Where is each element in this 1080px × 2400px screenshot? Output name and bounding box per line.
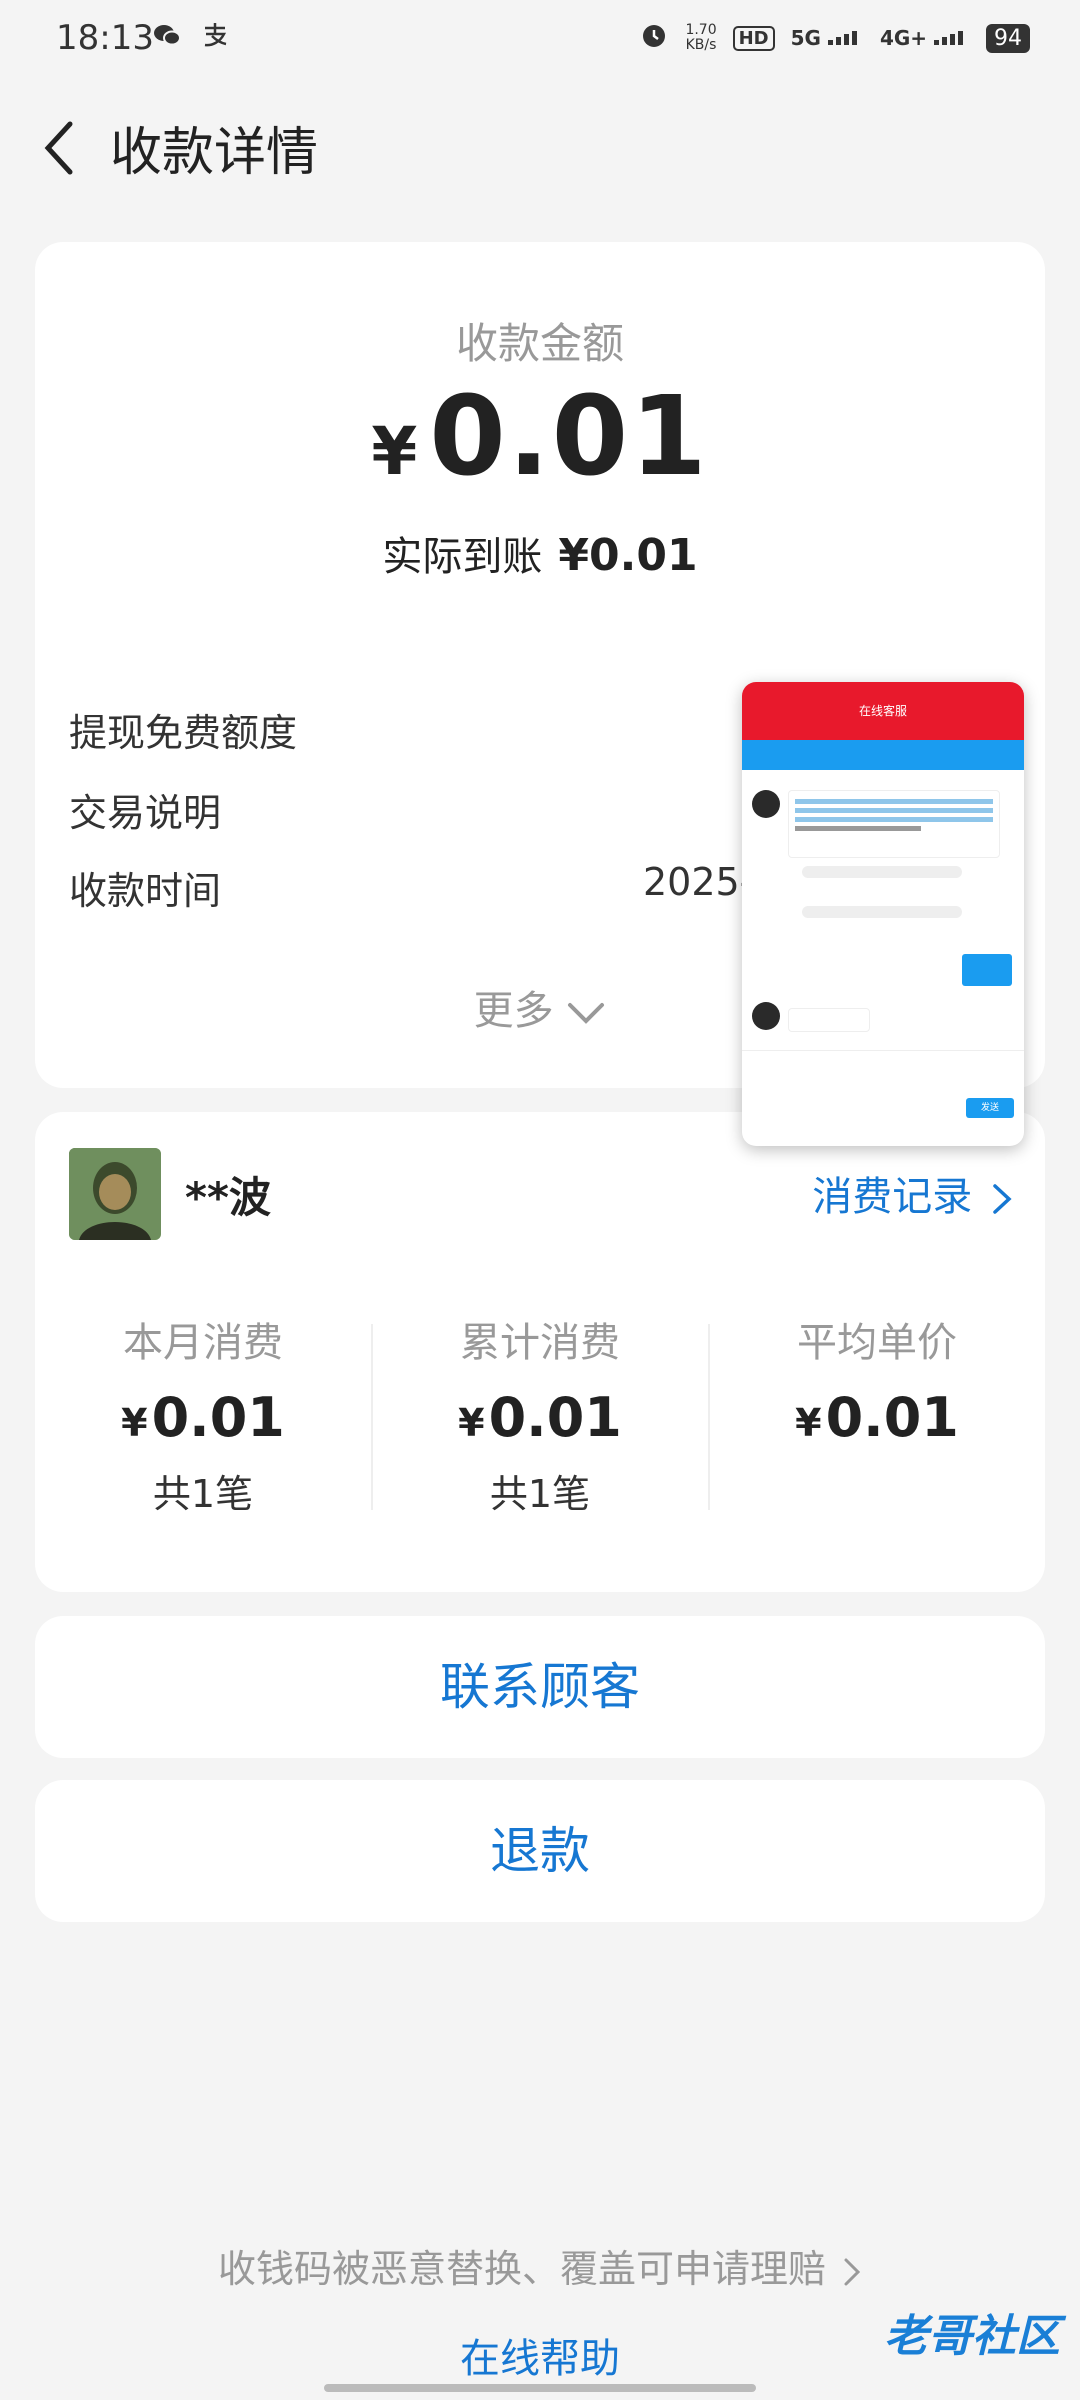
payment-time-value: 2025- [643, 860, 754, 904]
stat-label: 累计消费 [460, 1320, 620, 1366]
overlay-header: 在线客服 [742, 682, 1024, 740]
customer-name: **波 [185, 1173, 271, 1222]
stat-currency: ¥ [458, 1401, 485, 1445]
stat-currency: ¥ [121, 1401, 148, 1445]
customer-avatar [69, 1148, 161, 1240]
overlay-system-message [802, 906, 962, 918]
actual-value: ¥0.01 [558, 530, 698, 581]
amount-number: 0.01 [429, 372, 709, 500]
avatar-portrait-icon [69, 1148, 161, 1240]
network-4g-label: 4G+ [879, 26, 928, 50]
overlay-avatar [752, 1002, 780, 1030]
chevron-right-icon [993, 1184, 1012, 1214]
signal-5g: 5G [791, 26, 864, 50]
stat-total: 累计消费 ¥0.01 共1笔 [372, 1310, 708, 1518]
actual-received: 实际到账 ¥0.01 [35, 524, 1045, 582]
status-left-icons [152, 20, 230, 58]
home-indicator[interactable] [324, 2384, 756, 2392]
signal-4g: 4G+ [880, 26, 970, 50]
status-right-icons: 1.70 KB/s HD 5G 4G+ 94 [639, 20, 1030, 56]
chevron-left-icon [44, 121, 73, 175]
insurance-claim-link[interactable]: 收钱码被恶意替换、覆盖可申请理赔 [0, 2238, 1080, 2293]
speed-unit: KB/s [685, 37, 717, 53]
actual-label: 实际到账 [382, 534, 543, 580]
overlay-reply-bubble [788, 1008, 870, 1032]
stat-value: ¥0.01 [35, 1386, 371, 1449]
network-speed: 1.70 KB/s [685, 23, 716, 53]
overlay-system-message [802, 866, 962, 878]
network-5g-label: 5G [790, 26, 821, 50]
signal-bars-icon [827, 31, 857, 45]
contact-customer-label: 联系顾客 [440, 1658, 640, 1716]
speed-value: 1.70 [685, 22, 717, 38]
stat-average: 平均单价 ¥0.01 [709, 1310, 1045, 1449]
stat-amount: 0.01 [825, 1386, 959, 1449]
transaction-note-label: 交易说明 [69, 791, 222, 835]
watermark-logo: 老哥社区 [884, 2300, 1060, 2364]
stat-value: ¥0.01 [709, 1386, 1045, 1449]
alarm-icon [639, 20, 669, 56]
stat-currency: ¥ [795, 1401, 822, 1445]
status-time: 18:13 [56, 18, 154, 58]
back-button[interactable] [40, 118, 80, 178]
stat-count: 共1笔 [489, 1472, 591, 1516]
stat-value: ¥0.01 [372, 1386, 708, 1449]
records-label: 消费记录 [812, 1174, 973, 1220]
stat-count: 共1笔 [152, 1472, 254, 1516]
refund-button[interactable]: 退款 [35, 1780, 1045, 1922]
stat-amount: 0.01 [151, 1386, 285, 1449]
stat-label: 本月消费 [123, 1320, 283, 1366]
consumption-records-link[interactable]: 消费记录 [812, 1164, 1013, 1222]
signal-bars-icon [934, 31, 963, 45]
payment-time-label: 收款时间 [69, 869, 222, 913]
currency-symbol: ¥ [371, 413, 420, 490]
battery-indicator: 94 [986, 23, 1030, 53]
overlay-input-divider [742, 1050, 1024, 1051]
chat-screenshot-overlay[interactable]: 在线客服 发送 [742, 682, 1024, 1146]
stat-amount: 0.01 [488, 1386, 622, 1449]
more-label: 更多 [473, 988, 554, 1034]
customer-card: **波 消费记录 本月消费 ¥0.01 共1笔 累计消费 ¥0.01 共1笔 平… [35, 1112, 1045, 1592]
page-title: 收款详情 [110, 123, 319, 183]
stat-label: 平均单价 [797, 1320, 957, 1366]
amount-value: ¥0.01 [35, 372, 1045, 500]
wechat-icon [152, 20, 182, 58]
overlay-sent-bubble [962, 954, 1012, 986]
overlay-send-button: 发送 [966, 1098, 1014, 1118]
free-quota-label: 提现免费额度 [69, 711, 298, 755]
chevron-down-icon [568, 1003, 605, 1024]
overlay-notice-bar [742, 740, 1024, 770]
contact-customer-button[interactable]: 联系顾客 [35, 1616, 1045, 1758]
alipay-icon [200, 20, 230, 58]
stat-monthly: 本月消费 ¥0.01 共1笔 [35, 1310, 371, 1518]
watermark-text: 老哥社区 [884, 2311, 1060, 2362]
overlay-message-bubble [788, 790, 1000, 858]
insurance-label: 收钱码被恶意替换、覆盖可申请理赔 [217, 2247, 826, 2291]
refund-label: 退款 [490, 1822, 590, 1880]
amount-label: 收款金额 [455, 319, 624, 368]
hd-badge: HD [732, 25, 775, 51]
overlay-title: 在线客服 [858, 704, 907, 718]
status-bar: 18:13 1.70 KB/s HD 5G 4G+ 94 [0, 0, 1080, 80]
chevron-right-icon [844, 2258, 861, 2285]
overlay-avatar [752, 790, 780, 818]
